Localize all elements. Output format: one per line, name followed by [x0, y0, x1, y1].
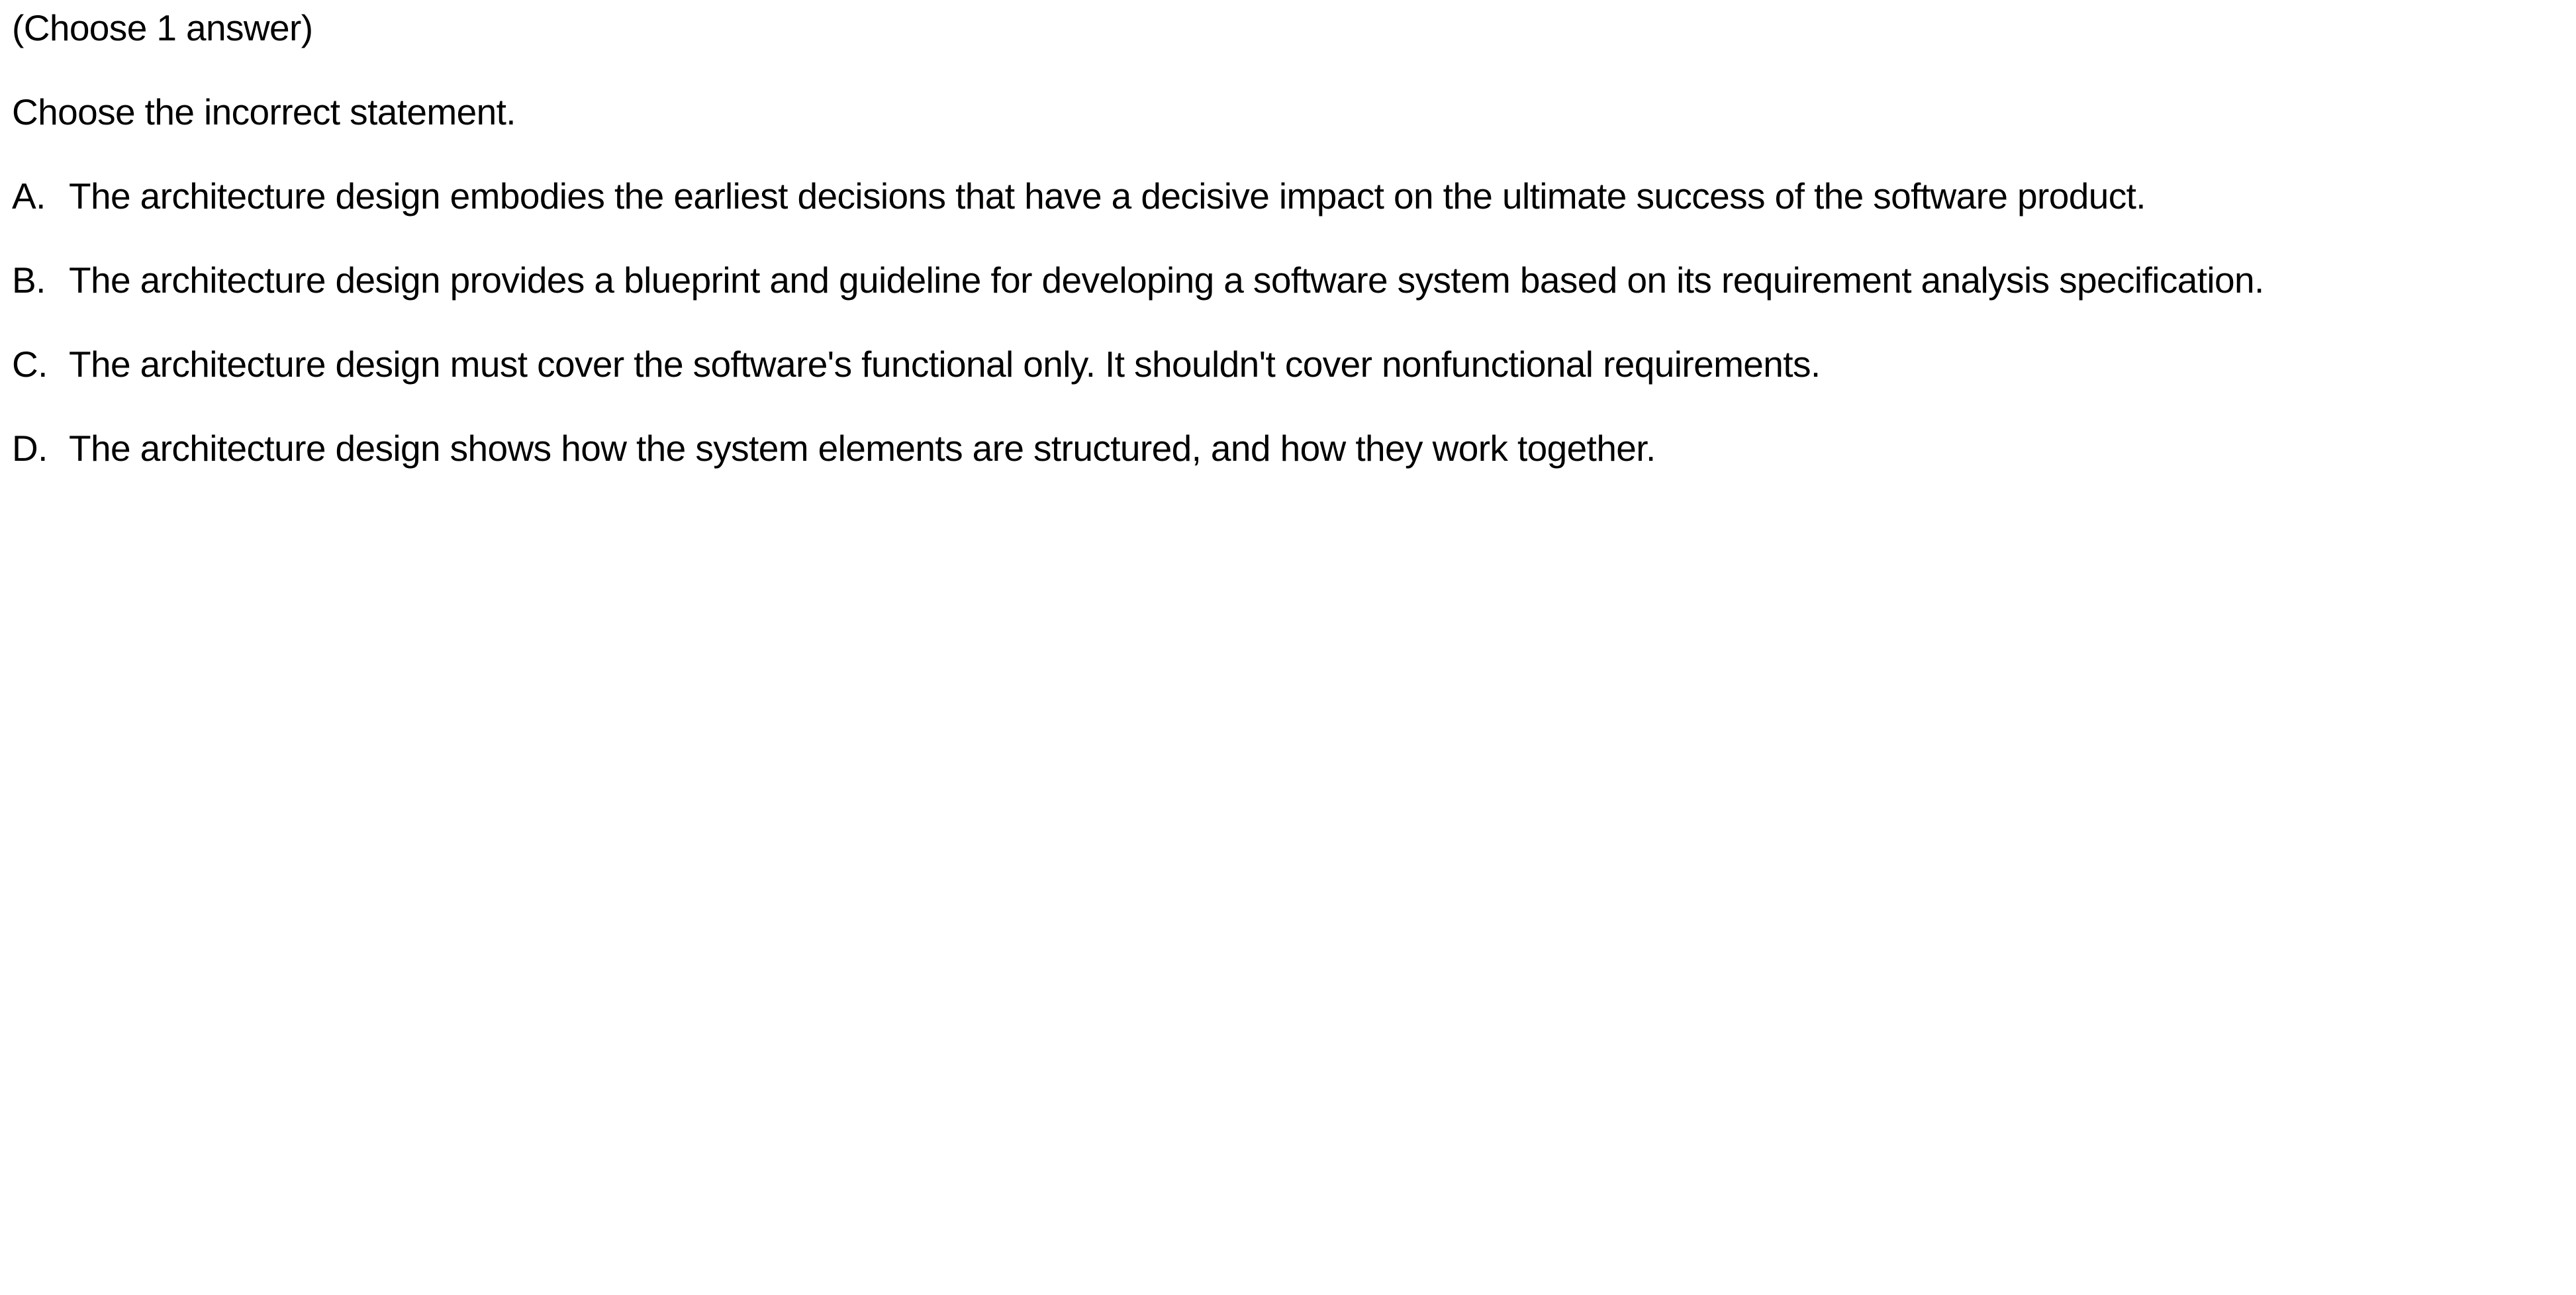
answer-option-c[interactable]: C. The architecture design must cover th…: [12, 336, 2567, 420]
option-letter: D.: [12, 428, 48, 469]
option-text: The architecture design embodies the ear…: [69, 175, 2146, 216]
answer-instruction: (Choose 1 answer): [12, 7, 313, 48]
option-text: The architecture design must cover the s…: [69, 344, 1821, 385]
answer-option-d[interactable]: D. The architecture design shows how the…: [12, 420, 2567, 504]
option-letter: B.: [12, 260, 46, 301]
answer-option-a[interactable]: A. The architecture design embodies the …: [12, 168, 2567, 252]
option-letter: C.: [12, 344, 48, 385]
question-text: Choose the incorrect statement.: [12, 91, 516, 132]
answer-option-b[interactable]: B. The architecture design provides a bl…: [12, 252, 2567, 336]
option-letter: A.: [12, 175, 46, 216]
option-text: The architecture design provides a bluep…: [69, 260, 2264, 301]
quiz-question-block: (Choose 1 answer) Choose the incorrect s…: [12, 0, 2567, 504]
option-text: The architecture design shows how the sy…: [69, 428, 1656, 469]
